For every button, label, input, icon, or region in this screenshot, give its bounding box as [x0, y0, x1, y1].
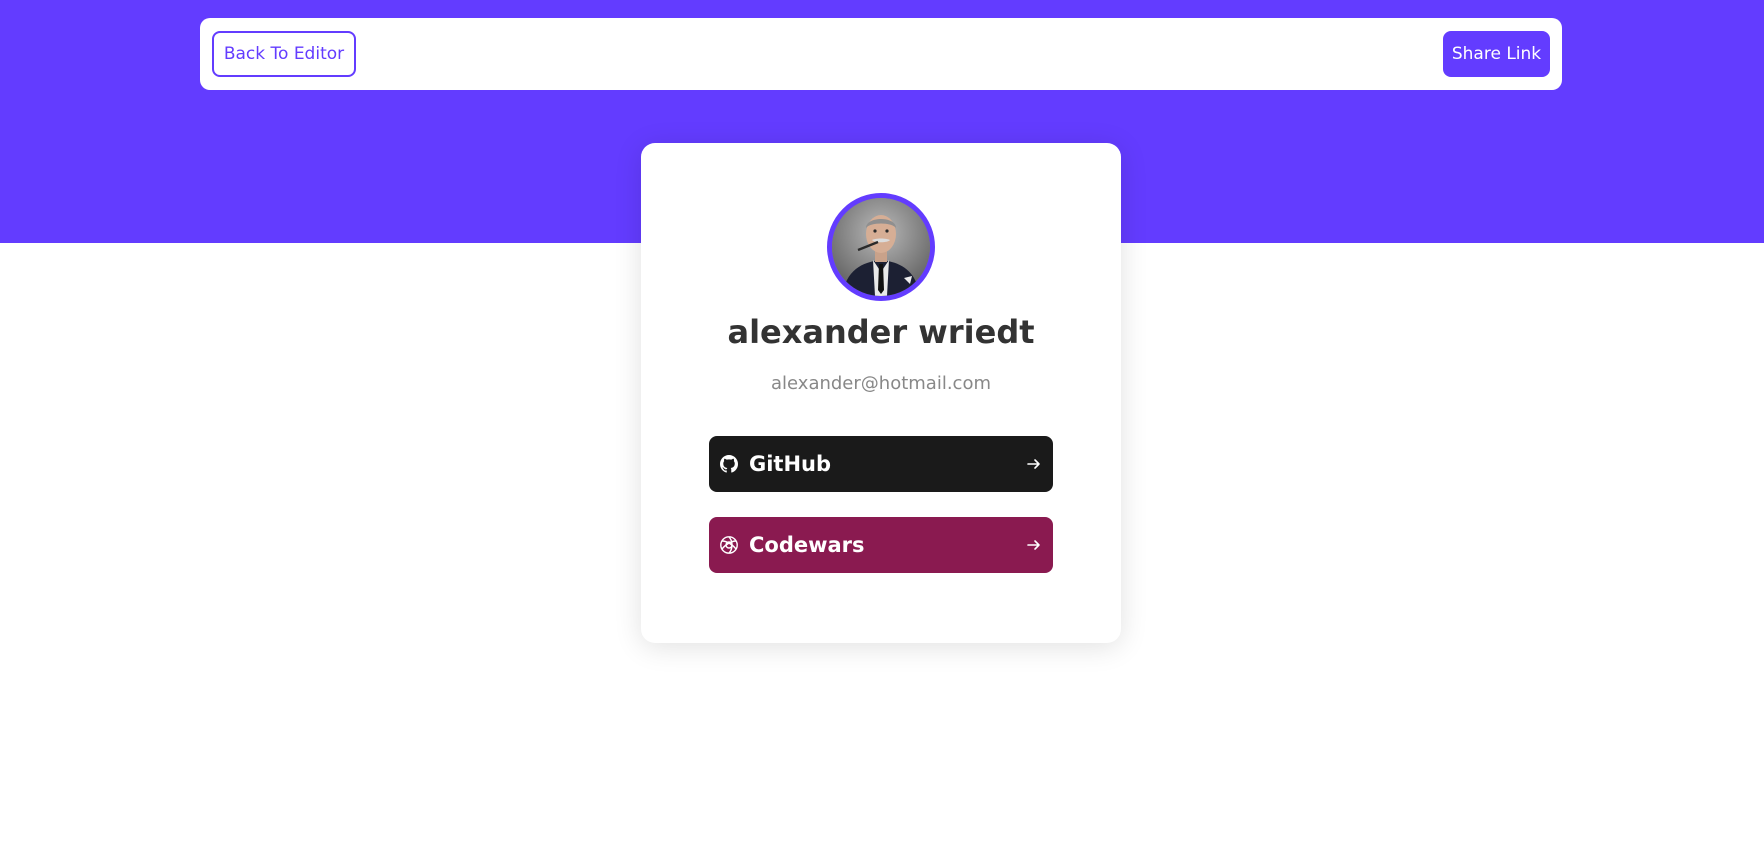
link-github[interactable]: GitHub	[709, 436, 1053, 492]
avatar	[827, 193, 935, 301]
link-codewars-label: Codewars	[749, 533, 865, 557]
preview-header: Back To Editor Share Link	[200, 18, 1562, 90]
share-link-button[interactable]: Share Link	[1443, 31, 1550, 77]
profile-card: alexander wriedt alexander@hotmail.com G…	[641, 143, 1121, 643]
profile-photo	[832, 198, 930, 296]
link-codewars[interactable]: Codewars	[709, 517, 1053, 573]
link-github-label: GitHub	[749, 452, 832, 476]
github-icon	[717, 452, 741, 476]
codewars-icon	[717, 533, 741, 557]
profile-name: alexander wriedt	[727, 313, 1035, 351]
back-to-editor-button[interactable]: Back To Editor	[212, 31, 356, 77]
arrow-right-icon	[1025, 536, 1043, 554]
profile-email: alexander@hotmail.com	[771, 373, 991, 394]
arrow-right-icon	[1025, 455, 1043, 473]
